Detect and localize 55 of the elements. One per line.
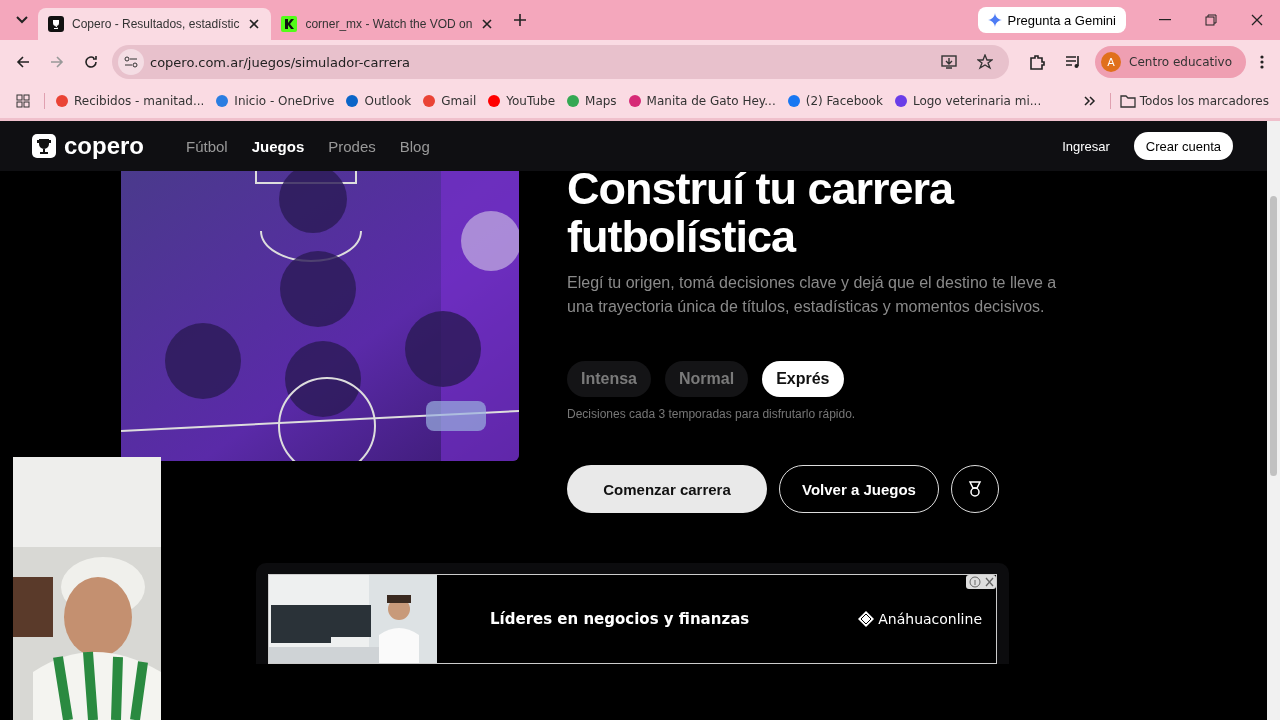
diamond-logo-icon bbox=[858, 611, 875, 627]
ad-headline: Líderes en negocios y finanzas bbox=[489, 610, 751, 628]
bookmark-favicon-icon bbox=[785, 94, 802, 108]
site-logo[interactable]: copero bbox=[64, 132, 144, 160]
gemini-button[interactable]: Pregunta a Gemini bbox=[977, 7, 1126, 33]
profile-button[interactable]: A Centro educativo bbox=[1095, 46, 1246, 78]
start-career-button[interactable]: Comenzar carrera bbox=[567, 465, 767, 513]
bookmark-favicon-icon bbox=[214, 94, 231, 108]
mode-button[interactable]: Intensa bbox=[567, 361, 651, 397]
nav-link[interactable]: Blog bbox=[399, 137, 430, 155]
mode-hint: Decisiones cada 3 temporadas para disfrutarlo rápido. bbox=[567, 407, 857, 421]
bookmark[interactable]: Maps bbox=[565, 94, 617, 108]
folder-icon bbox=[1119, 94, 1136, 108]
hero-description: Elegí tu origen, tomá decisiones clave y dejá que el destino te lleve a una trayectoria única de títulos, estadísticas y momentos decisivos. bbox=[567, 273, 1058, 317]
nav-link[interactable]: Juegos bbox=[251, 137, 305, 155]
ad-banner[interactable]: Líderes en negocios y finanzas Anáhuaconline bbox=[268, 574, 997, 664]
site-settings-icon[interactable] bbox=[118, 49, 144, 75]
bookmark-favicon-icon bbox=[344, 94, 361, 108]
bookmark[interactable]: Recibidos - manitad... bbox=[54, 94, 205, 108]
bookmark[interactable]: Gmail bbox=[421, 94, 477, 108]
login-link[interactable]: Ingresar bbox=[1062, 138, 1110, 154]
bookmark-favicon-icon bbox=[892, 94, 909, 108]
bookmark-favicon-icon bbox=[565, 94, 582, 108]
ad-brand: Anáhuaconline bbox=[878, 611, 982, 627]
browser-tab[interactable]: Copero - Resultados, estadístic bbox=[38, 8, 272, 40]
bookmark-favicon-icon bbox=[486, 94, 503, 108]
medal-button[interactable] bbox=[951, 465, 999, 513]
trophy-icon bbox=[32, 134, 56, 158]
address-bar[interactable]: copero.com.ar/juegos/simulador-carrera bbox=[112, 45, 1010, 79]
browser-tab[interactable]: corner_mx - Watch the VOD on bbox=[271, 8, 505, 40]
sparkle-icon bbox=[987, 13, 1002, 27]
bookmark[interactable]: (2) Facebook bbox=[785, 94, 883, 108]
close-icon[interactable] bbox=[247, 17, 262, 31]
bookmark-favicon-icon bbox=[421, 94, 438, 108]
bookmark[interactable]: Manita de Gato Hey... bbox=[626, 94, 776, 108]
bookmark[interactable]: Outlook bbox=[344, 94, 412, 108]
scrollbar-thumb[interactable] bbox=[1270, 196, 1277, 476]
bookmark[interactable]: Logo veterinaria mi... bbox=[892, 94, 1042, 108]
all-bookmarks[interactable]: Todos los marcadores bbox=[1119, 94, 1269, 108]
bookmark[interactable]: Inicio - OneDrive bbox=[214, 94, 335, 108]
hero-title: Construí tu carrera futbolística bbox=[567, 165, 955, 261]
signup-button[interactable]: Crear cuenta bbox=[1133, 132, 1233, 160]
bookmark-favicon-icon bbox=[626, 94, 643, 108]
medal-icon bbox=[967, 481, 983, 497]
mode-button[interactable]: Normal bbox=[665, 361, 749, 397]
bookmark-favicon-icon bbox=[54, 94, 70, 108]
back-to-games-button[interactable]: Volver a Juegos bbox=[779, 465, 939, 513]
nav-link[interactable]: Prodes bbox=[328, 137, 376, 155]
trophy-icon bbox=[48, 16, 64, 32]
close-icon[interactable] bbox=[480, 17, 495, 31]
mode-button[interactable]: Exprés bbox=[762, 361, 844, 397]
bookmark[interactable]: YouTube bbox=[486, 94, 556, 108]
nav-link[interactable]: Fútbol bbox=[186, 137, 228, 155]
k-logo-icon bbox=[281, 16, 298, 32]
ad-info-icon[interactable] bbox=[966, 575, 996, 589]
